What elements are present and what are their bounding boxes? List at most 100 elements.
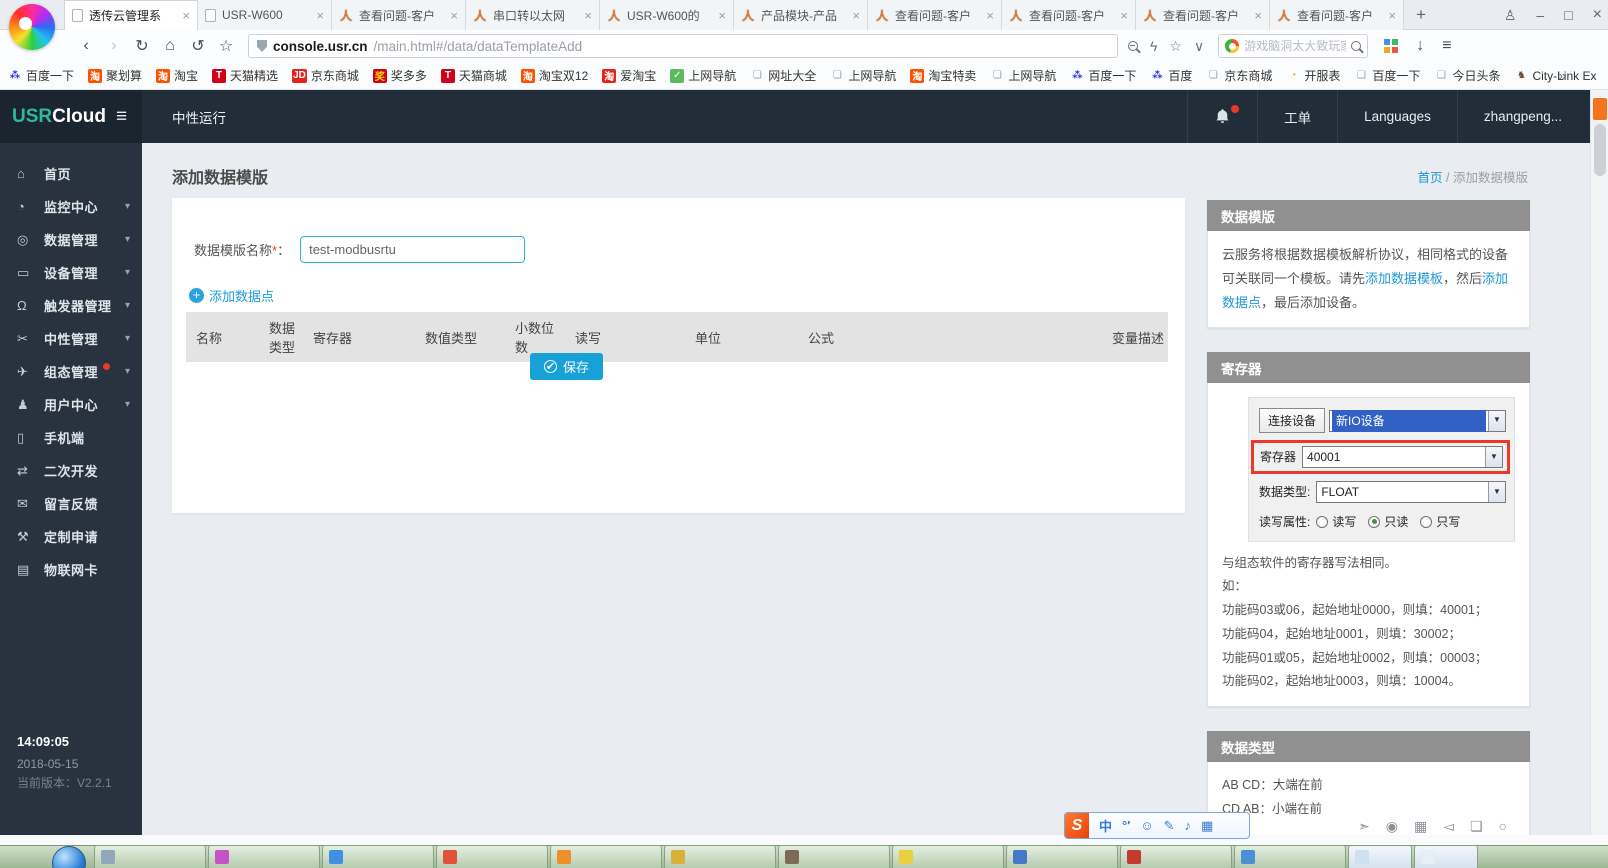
sidebar-item[interactable]: ✉ 留言反馈 ▾ [0,487,142,520]
forward-icon[interactable]: › [100,37,128,55]
taskbar-app-button[interactable] [892,845,1004,868]
taskbar-app-button[interactable] [322,845,434,868]
home-icon[interactable]: ⌂ [156,37,184,55]
tab-close-icon[interactable]: × [718,8,726,23]
bookmark-item[interactable]: ⁂ 百度一下 [8,67,74,84]
browser-tab[interactable]: 透传云管理系 × [64,0,198,30]
menu-icon[interactable]: ≡ [1442,37,1451,55]
ime-button-icon[interactable]: ☺ [1140,818,1153,833]
taskbar-app-button[interactable] [550,845,662,868]
status-tool-icon[interactable]: ◉ [1386,818,1398,835]
start-button[interactable] [52,846,86,868]
ime-button-icon[interactable]: ♪ [1185,818,1192,833]
template-name-input[interactable] [300,236,526,263]
bookmark-star-icon[interactable]: ☆ [212,36,240,56]
sidebar-toggle-icon[interactable]: ≡ [116,106,127,128]
ime-button-icon[interactable]: ✎ [1164,818,1175,834]
browser-tab[interactable]: 串口转以太网 × [466,0,600,30]
taskbar-app-button[interactable] [778,845,890,868]
search-icon[interactable] [1351,41,1362,51]
bookmark-item[interactable]: ❏ 网址大全 [750,67,817,84]
tab-close-icon[interactable]: × [1254,8,1262,23]
zoom-out-icon[interactable] [1128,41,1138,51]
close-button[interactable]: × [1593,6,1602,24]
bookmark-item[interactable]: 淘 淘宝 [156,67,198,84]
sidebar-item[interactable]: ♟ 用户中心 ▾ [0,388,142,421]
app-logo[interactable]: USR Cloud ≡ [0,90,142,143]
browser-tab[interactable]: 产品模块-产品 × [734,0,868,30]
bookmark-item[interactable]: T 天猫商城 [440,67,507,84]
status-tool-icon[interactable]: ○ [1499,818,1507,835]
download-icon[interactable]: ↓ [1416,37,1424,55]
sidebar-item[interactable]: ▭ 设备管理 ▾ [0,256,142,289]
browser-tab[interactable]: USR-W600的 × [600,0,734,30]
sidebar-item[interactable]: ⌂ 首页 ▾ [0,157,142,190]
browser-tab[interactable]: USR-W600 × [198,0,332,30]
apps-grid-icon[interactable] [1384,39,1399,53]
refresh-icon[interactable]: ↻ [128,36,156,56]
save-button[interactable]: ✔ 保存 [530,353,604,380]
bookmark-item[interactable]: ❏ 百度一下 [1354,67,1421,84]
lightning-icon[interactable]: ϟ [1150,38,1157,54]
taskbar-app-button[interactable] [1234,845,1346,868]
browser-tab[interactable]: 查看问题-客户 × [1270,0,1404,30]
bookmark-item[interactable]: 淘 聚划算 [88,67,142,84]
tab-close-icon[interactable]: × [182,8,190,23]
browser-search-box[interactable] [1218,34,1369,58]
bookmark-item[interactable]: 淘 淘宝双12 [520,67,588,84]
status-tool-icon[interactable]: ▦ [1414,818,1427,835]
bookmark-item[interactable]: 淘 淘宝特卖 [910,67,976,84]
bookmark-item[interactable]: ⁂ 百度 [1150,67,1192,84]
scrollbar-thumb[interactable] [1594,124,1606,176]
browser-tab[interactable]: 查看问题-客户 × [1002,0,1136,30]
ime-button-icon[interactable]: °′ [1122,818,1130,833]
sidebar-item[interactable]: ▤ 物联网卡 ▾ [0,553,142,586]
tab-close-icon[interactable]: × [1120,8,1128,23]
tab-close-icon[interactable]: × [986,8,994,23]
bookmark-item[interactable]: ❏ 上网导航 [990,67,1057,84]
maximize-button[interactable]: □ [1564,7,1572,23]
undo-icon[interactable]: ↺ [184,36,212,56]
favorite-star-icon[interactable]: ☆ [1169,38,1182,55]
bookmark-item[interactable]: 奖 奖多多 [372,67,427,84]
browser-tab[interactable]: 查看问题-客户 × [1136,0,1270,30]
sidebar-item[interactable]: ✈ 组态管理 ▾ [0,355,142,388]
page-scrollbar[interactable] [1590,90,1608,845]
new-tab-button[interactable]: + [1404,0,1438,30]
add-data-point-link[interactable]: + 添加数据点 [189,286,274,305]
taskbar-app-button[interactable] [1120,845,1232,868]
bookmark-item[interactable]: ✓ 上网导航 [670,67,736,84]
taskbar-app-button[interactable] [1414,845,1478,868]
breadcrumb-home-link[interactable]: 首页 [1418,171,1443,185]
add-template-link[interactable]: 添加数据模板 [1365,271,1443,286]
tab-close-icon[interactable]: × [584,8,592,23]
browser-tab[interactable]: 查看问题-客户 × [868,0,1002,30]
taskbar-app-button[interactable] [208,845,320,868]
bookmark-item[interactable]: JD 京东商城 [292,67,359,84]
tab-close-icon[interactable]: × [450,8,458,23]
user-menu-button[interactable]: zhangpeng... [1456,90,1588,143]
back-icon[interactable]: ‹ [72,37,100,55]
bookmark-item[interactable]: ❏ 今日头条 [1434,67,1501,84]
bookmark-item[interactable]: ⁂ 百度一下 [1070,67,1136,84]
tab-close-icon[interactable]: × [852,8,860,23]
tab-close-icon[interactable]: × [1388,8,1396,23]
ime-button-icon[interactable]: 中 [1099,816,1112,835]
browser-logo-icon[interactable] [9,4,55,50]
search-input[interactable] [1244,39,1347,53]
skin-icon[interactable]: ♙ [1504,7,1517,24]
sidebar-item[interactable]: ⇄ 二次开发 ▾ [0,454,142,487]
taskbar-app-button[interactable] [1348,845,1412,868]
dropdown-chevron-icon[interactable]: ∨ [1194,38,1204,55]
sidebar-item[interactable]: ◔ 监控中心 ▾ [0,190,142,223]
browser-tab[interactable]: 查看问题-客户 × [332,0,466,30]
bookmark-item[interactable]: ❏ 京东商城 [1206,67,1273,84]
bookmark-item[interactable]: ◔ 开服表 [1286,67,1340,84]
work-order-button[interactable]: 工单 [1257,90,1337,143]
taskbar-app-button[interactable] [94,845,206,868]
address-bar[interactable]: console.usr.cn /main.html#/data/dataTemp… [248,34,1118,58]
sidebar-item[interactable]: ⚒ 定制申请 ▾ [0,520,142,553]
minimize-button[interactable]: – [1536,7,1544,23]
bookmark-item[interactable]: 淘 爱淘宝 [602,67,656,84]
sogou-logo-icon[interactable]: S [1065,813,1089,838]
